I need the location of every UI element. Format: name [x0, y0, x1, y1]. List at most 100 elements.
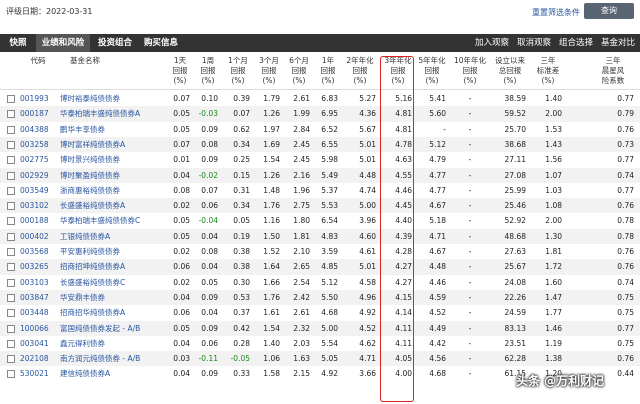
fund-code-link[interactable]: 002775 — [20, 152, 56, 167]
row-checkbox[interactable] — [7, 217, 15, 226]
header-6m[interactable]: 6个月 回报 (%) — [284, 56, 314, 86]
add-watch-button[interactable]: 加入观察 — [472, 34, 512, 52]
row-checkbox[interactable] — [7, 140, 15, 149]
header-5y-annual[interactable]: 5年年化 回报 (%) — [414, 56, 450, 86]
fund-code-link[interactable]: 001993 — [20, 91, 56, 106]
row-checkbox[interactable] — [7, 125, 15, 134]
table-row[interactable]: 004388 鹏华丰享债券 0.05 0.09 0.62 1.97 2.84 6.52 5.67… — [0, 122, 640, 137]
header-10y-annual[interactable]: 10年年化 回报 (%) — [450, 56, 490, 86]
fund-name-link[interactable]: 华泰柏瑞丰盛纯债债券C — [60, 213, 170, 228]
table-row[interactable]: 003568 平安惠利纯债债券 0.02 0.08 0.38 1.52 2.10 3.59 4.… — [0, 244, 640, 259]
query-button[interactable]: 查询 — [584, 3, 634, 19]
row-checkbox[interactable] — [7, 278, 15, 287]
table-row[interactable]: 003549 浙商惠裕纯债债券 0.08 0.07 0.31 1.48 1.96 5.37 4.… — [0, 183, 640, 198]
header-2y-annual[interactable]: 2年年化 回报 (%) — [340, 56, 380, 86]
header-1y[interactable]: 1年 回报 (%) — [314, 56, 342, 86]
table-row[interactable]: 001993 博时裕泰纯债债券 0.07 0.10 0.39 1.79 2.61 6.83 5.… — [0, 91, 640, 106]
fund-name-link[interactable]: 招商招坤纯债债券A — [60, 259, 170, 274]
table-row[interactable]: 003265 招商招坤纯债债券A 0.06 0.04 0.38 1.64 2.65 4.85 5… — [0, 259, 640, 275]
header-1w[interactable]: 1周 回报 (%) — [194, 56, 222, 86]
row-checkbox[interactable] — [7, 156, 15, 165]
fund-compare-button[interactable]: 基金对比 — [598, 34, 638, 52]
row-checkbox[interactable] — [7, 370, 15, 379]
tab-performance-risk[interactable]: 业绩和风险 — [36, 34, 90, 52]
row-checkbox[interactable] — [7, 309, 15, 318]
fund-code-link[interactable]: 004388 — [20, 122, 56, 137]
fund-name-link[interactable]: 富国纯债债券发起 - A/B — [60, 321, 170, 336]
row-checkbox[interactable] — [7, 186, 15, 195]
table-row[interactable]: 000188 华泰柏瑞丰盛纯债债券C 0.05 -0.04 0.05 1.16 1.80 6.… — [0, 213, 640, 228]
fund-code-link[interactable]: 530021 — [20, 366, 56, 381]
fund-name-link[interactable]: 鑫元得利债券 — [60, 336, 170, 351]
table-row[interactable]: 000402 工银纯债债券A 0.05 0.04 0.19 1.50 1.81 4.83 4.6… — [0, 228, 640, 244]
row-checkbox[interactable] — [7, 202, 15, 211]
fund-code-link[interactable]: 003258 — [20, 137, 56, 152]
header-3y-annual[interactable]: 3年年化 回报 (%) — [380, 56, 416, 86]
reset-filters-link[interactable]: 重置筛选条件 — [532, 7, 580, 18]
row-checkbox[interactable] — [7, 293, 15, 302]
fund-name-link[interactable]: 华安鼎丰债券 — [60, 290, 170, 305]
row-checkbox[interactable] — [7, 355, 15, 364]
fund-name-link[interactable]: 鹏华丰享债券 — [60, 122, 170, 137]
fund-name-link[interactable]: 招商招华纯债债券A — [60, 305, 170, 320]
tab-purchase-info[interactable]: 购买信息 — [140, 34, 182, 52]
fund-name-link[interactable]: 平安惠利纯债债券 — [60, 244, 170, 259]
fund-name-link[interactable]: 工银纯债债券A — [60, 229, 170, 244]
header-3y-stdev[interactable]: 三年 标准差 (%) — [530, 56, 566, 86]
table-row[interactable]: 003847 华安鼎丰债券 0.04 0.09 0.53 1.76 2.42 5.50 4.96… — [0, 289, 640, 306]
table-row[interactable]: 003041 鑫元得利债券 0.04 0.06 0.28 1.40 2.03 5.54 4.62… — [0, 336, 640, 351]
table-row[interactable]: 003102 长盛盛裕纯债债券A 0.02 0.06 0.34 1.76 2.75 5.53 5… — [0, 198, 640, 214]
fund-code-link[interactable]: 003102 — [20, 198, 56, 213]
fund-code-link[interactable]: 003549 — [20, 183, 56, 198]
fund-code-link[interactable]: 000402 — [20, 229, 56, 244]
header-1m[interactable]: 1个月 回报 (%) — [222, 56, 254, 86]
row-checkbox[interactable] — [7, 110, 15, 119]
row-checkbox[interactable] — [7, 232, 15, 241]
header-3m[interactable]: 3个月 回报 (%) — [254, 56, 284, 86]
portfolio-select-button[interactable]: 组合选择 — [556, 34, 596, 52]
table-row[interactable]: 003258 博时富祥纯债债券A 0.07 0.08 0.34 1.69 2.45 6.55 5… — [0, 136, 640, 153]
fund-name-link[interactable]: 博时裕泰纯债债券 — [60, 91, 170, 106]
row-checkbox[interactable] — [7, 95, 15, 103]
header-fund-name[interactable]: 基金名称 — [60, 56, 110, 66]
fund-code-link[interactable]: 003103 — [20, 275, 56, 290]
table-row[interactable]: 000187 华泰柏瑞丰盛纯债债券A 0.05 -0.03 0.07 1.26 1.99 6.… — [0, 106, 640, 122]
row-checkbox[interactable] — [7, 171, 15, 180]
header-3y-morningstar-risk[interactable]: 三年 晨星风 险系数 — [588, 56, 638, 86]
row-checkbox[interactable] — [7, 263, 15, 272]
table-row[interactable]: 002775 博时景兴纯债债券 0.01 0.09 0.25 1.54 2.45 5.98 5.… — [0, 152, 640, 167]
tab-portfolio[interactable]: 投资组合 — [94, 34, 136, 52]
fund-code-link[interactable]: 100066 — [20, 321, 56, 336]
fund-name-link[interactable]: 博时景兴纯债债券 — [60, 152, 170, 167]
table-row[interactable]: 002929 博时聚盈纯债债券 0.04 -0.02 0.15 1.26 2.16 5.49 4… — [0, 167, 640, 183]
header-1d[interactable]: 1天 回报 (%) — [166, 56, 194, 86]
fund-code-link[interactable]: 000188 — [20, 213, 56, 228]
fund-name-link[interactable]: 华泰柏瑞丰盛纯债债券A — [60, 106, 170, 121]
fund-name-link[interactable]: 长盛盛裕纯债债券C — [60, 275, 170, 290]
fund-name-link[interactable]: 建信纯债债券A — [60, 366, 170, 381]
fund-name-link[interactable]: 博时富祥纯债债券A — [60, 137, 170, 152]
tab-snapshot[interactable]: 快照 — [4, 34, 32, 52]
fund-code-link[interactable]: 003041 — [20, 336, 56, 351]
table-row[interactable]: 202108 南方润元纯债债券 - A/B 0.03 -0.11 -0.05 1.06 1.… — [0, 351, 640, 367]
fund-code-link[interactable]: 202108 — [20, 351, 56, 366]
header-code[interactable]: 代码 — [20, 56, 56, 66]
row-checkbox[interactable] — [7, 339, 15, 348]
remove-watch-button[interactable]: 取消观察 — [514, 34, 554, 52]
fund-code-link[interactable]: 003568 — [20, 244, 56, 259]
row-checkbox[interactable] — [7, 324, 15, 333]
table-row[interactable]: 100066 富国纯债债券发起 - A/B 0.05 0.09 0.42 1.54 2.32… — [0, 320, 640, 336]
fund-code-link[interactable]: 002929 — [20, 168, 56, 183]
fund-code-link[interactable]: 000187 — [20, 106, 56, 121]
fund-name-link[interactable]: 长盛盛裕纯债债券A — [60, 198, 170, 213]
table-row[interactable]: 003103 长盛盛裕纯债债券C 0.02 0.05 0.30 1.66 2.54 5.12 4… — [0, 275, 640, 290]
fund-code-link[interactable]: 003265 — [20, 259, 56, 274]
fund-code-link[interactable]: 003847 — [20, 290, 56, 305]
fund-name-link[interactable]: 浙商惠裕纯债债券 — [60, 183, 170, 198]
table-row[interactable]: 003448 招商招华纯债债券A 0.06 0.04 0.37 1.61 2.61 4.68 4… — [0, 305, 640, 320]
fund-name-link[interactable]: 博时聚盈纯债债券 — [60, 168, 170, 183]
header-since-inception[interactable]: 设立以来 总回报 (%) — [490, 56, 530, 86]
row-checkbox[interactable] — [7, 248, 15, 256]
fund-code-link[interactable]: 003448 — [20, 305, 56, 320]
fund-name-link[interactable]: 南方润元纯债债券 - A/B — [60, 351, 170, 366]
